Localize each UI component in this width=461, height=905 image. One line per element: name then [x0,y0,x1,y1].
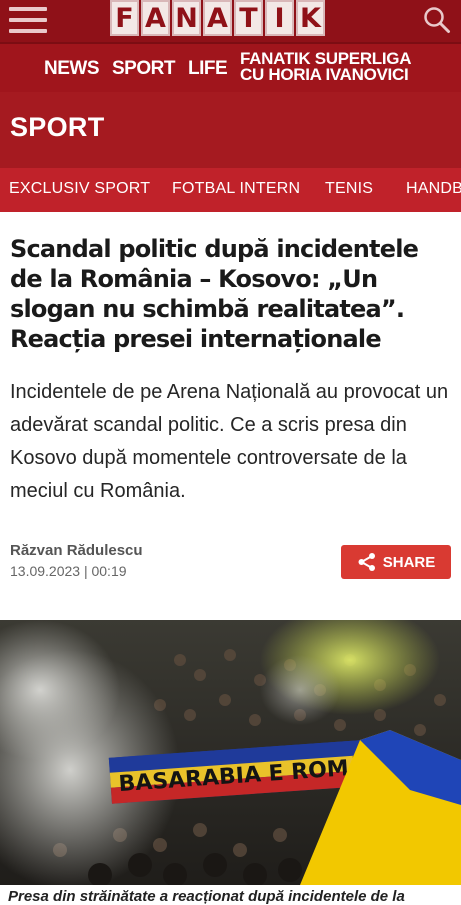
search-icon[interactable] [423,6,451,34]
subnav-item-exclusiv-sport[interactable]: EXCLUSIV SPORT [9,180,150,198]
subnav-item-tenis[interactable]: TENIS [325,180,373,198]
top-bar: F A N A T I K [0,0,461,42]
article-author[interactable]: Răzvan Rădulescu [10,542,143,559]
hamburger-icon[interactable] [9,6,47,34]
logo-letter: A [203,0,232,36]
share-icon [358,553,375,571]
sub-nav: EXCLUSIV SPORT FOTBAL INTERN TENIS HANDB… [0,168,461,212]
nav-item-superliga[interactable]: FANATIK SUPERLIGA CU HORIA IVANOVICI [240,50,412,84]
logo-letter: A [141,0,170,36]
article-photo[interactable]: BASARABIA E ROMÂNIA [0,620,461,885]
section-title[interactable]: SPORT [10,112,105,143]
subnav-item-handbal[interactable]: HANDBAL [406,180,461,198]
logo-letter: K [296,0,325,36]
logo-letter: N [172,0,201,36]
site-logo[interactable]: F A N A T I K [110,0,325,37]
section-header: SPORT [0,92,461,168]
photo-caption-bar: Presa din străinătate a reacționat după … [0,885,461,905]
article-headline: Scandal politic după incidentele de la R… [10,235,419,353]
logo-letter: T [234,0,263,36]
share-button[interactable]: SHARE [341,545,451,579]
logo-letter: I [265,0,294,36]
stadium-crowd-image: BASARABIA E ROMÂNIA [0,620,461,885]
main-nav: NEWS SPORT LIFE FANATIK SUPERLIGA CU HOR… [0,42,461,92]
photo-caption: Presa din străinătate a reacționat după … [8,888,405,905]
nav-item-life[interactable]: LIFE [188,58,228,80]
article-lead: Incidentele de pe Arena Națională au pro… [10,381,449,502]
superliga-line-2: CU HORIA IVANOVICI [240,65,409,84]
nav-item-sport[interactable]: SPORT [112,58,175,80]
nav-item-news[interactable]: NEWS [44,58,100,80]
logo-letter: F [110,0,139,36]
article-date: 13.09.2023 | 00:19 [10,563,127,579]
share-label: SHARE [382,553,436,571]
subnav-item-fotbal-intern[interactable]: FOTBAL INTERN [172,180,300,198]
